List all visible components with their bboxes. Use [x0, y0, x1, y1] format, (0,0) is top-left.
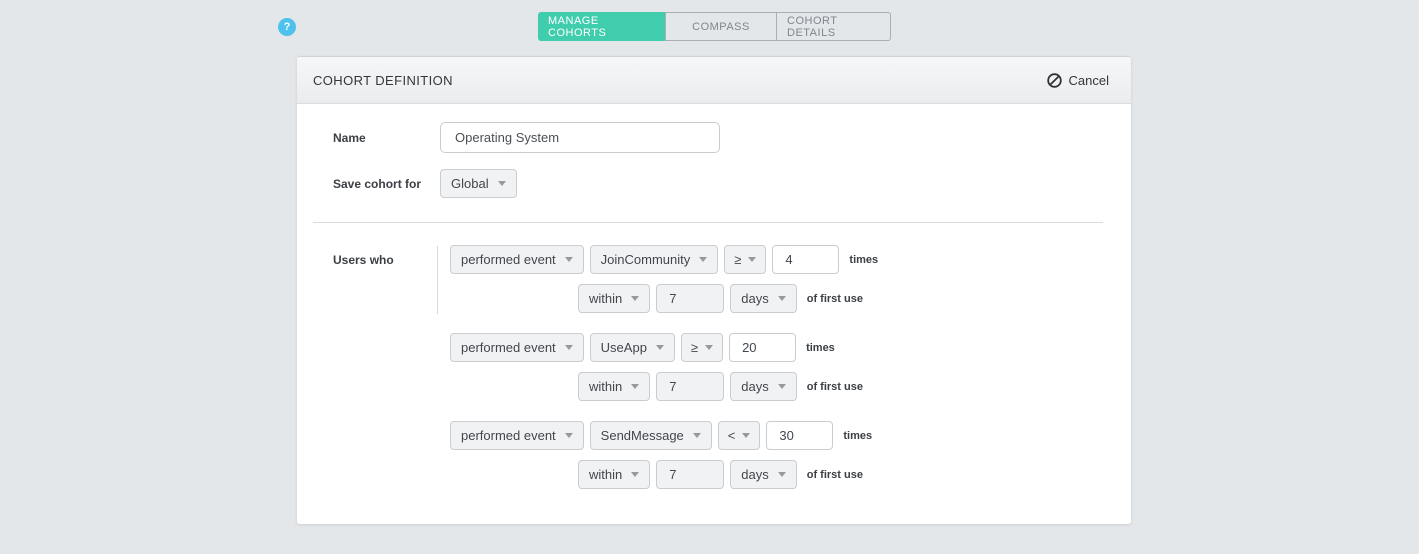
chevron-down-icon [693, 433, 701, 438]
condition-group: performed event JoinCommunity ≥ times [450, 245, 1103, 313]
tab-compass[interactable]: COMPASS [665, 12, 776, 41]
chevron-down-icon [656, 345, 664, 350]
condition-group: performed event UseApp ≥ times [450, 333, 1103, 401]
operator-dropdown[interactable]: ≥ [724, 245, 766, 274]
question-mark-icon: ? [284, 21, 291, 33]
help-button[interactable]: ? [278, 18, 296, 36]
name-row: Name [333, 122, 1103, 153]
condition-recency-row: within days of first use [578, 460, 1103, 489]
chevron-down-icon [778, 472, 786, 477]
chevron-down-icon [742, 433, 750, 438]
dropdown-value: < [728, 428, 736, 443]
panel-body: Name Save cohort for Global Users who pe [297, 104, 1131, 489]
of-first-use-label: of first use [807, 381, 863, 393]
duration-input[interactable] [656, 284, 724, 313]
dropdown-value: performed event [461, 340, 556, 355]
tab-label: COMPASS [692, 21, 750, 33]
dropdown-value: days [741, 291, 768, 306]
count-input[interactable] [729, 333, 796, 362]
unit-dropdown[interactable]: days [730, 460, 796, 489]
dropdown-value: SendMessage [601, 428, 684, 443]
divider [313, 222, 1103, 223]
dropdown-value: ≥ [691, 340, 698, 355]
chevron-down-icon [631, 296, 639, 301]
panel-title: COHORT DEFINITION [313, 73, 453, 88]
cancel-icon [1047, 73, 1062, 88]
tab-label: MANAGE COHORTS [548, 15, 655, 39]
times-label: times [806, 342, 835, 354]
cohort-definition-panel: COHORT DEFINITION Cancel Name Save cohor… [297, 56, 1131, 524]
times-label: times [843, 430, 872, 442]
tab-label: COHORT DETAILS [787, 15, 880, 39]
count-input[interactable] [766, 421, 833, 450]
count-input[interactable] [772, 245, 839, 274]
condition-group: performed event SendMessage < times [450, 421, 1103, 489]
chevron-down-icon [778, 296, 786, 301]
dropdown-value: days [741, 467, 768, 482]
event-dropdown[interactable]: JoinCommunity [590, 245, 719, 274]
condition-group-connector [437, 246, 438, 314]
chevron-down-icon [631, 472, 639, 477]
chevron-down-icon [778, 384, 786, 389]
chevron-down-icon [498, 181, 506, 186]
event-dropdown[interactable]: SendMessage [590, 421, 712, 450]
action-dropdown[interactable]: performed event [450, 421, 584, 450]
chevron-down-icon [699, 257, 707, 262]
dropdown-value: Global [451, 176, 489, 191]
recency-dropdown[interactable]: within [578, 372, 650, 401]
cancel-label: Cancel [1069, 73, 1109, 88]
times-label: times [849, 254, 878, 266]
condition-row: performed event SendMessage < times [450, 421, 1103, 450]
dropdown-value: performed event [461, 252, 556, 267]
condition-recency-row: within days of first use [578, 284, 1103, 313]
dropdown-value: days [741, 379, 768, 394]
dropdown-value: ≥ [734, 252, 741, 267]
of-first-use-label: of first use [807, 469, 863, 481]
recency-dropdown[interactable]: within [578, 284, 650, 313]
of-first-use-label: of first use [807, 293, 863, 305]
chevron-down-icon [705, 345, 713, 350]
save-cohort-for-row: Save cohort for Global [333, 169, 1103, 198]
condition-recency-row: within days of first use [578, 372, 1103, 401]
save-cohort-for-label: Save cohort for [333, 177, 440, 191]
save-cohort-for-dropdown[interactable]: Global [440, 169, 517, 198]
dropdown-value: within [589, 467, 622, 482]
action-dropdown[interactable]: performed event [450, 245, 584, 274]
action-dropdown[interactable]: performed event [450, 333, 584, 362]
chevron-down-icon [565, 257, 573, 262]
operator-dropdown[interactable]: ≥ [681, 333, 723, 362]
tab-cohort-details[interactable]: COHORT DETAILS [776, 12, 891, 41]
tab-manage-cohorts[interactable]: MANAGE COHORTS [538, 12, 665, 41]
event-dropdown[interactable]: UseApp [590, 333, 675, 362]
duration-input[interactable] [656, 372, 724, 401]
operator-dropdown[interactable]: < [718, 421, 761, 450]
condition-groups: performed event JoinCommunity ≥ times [450, 245, 1103, 489]
panel-header: COHORT DEFINITION Cancel [297, 57, 1131, 104]
duration-input[interactable] [656, 460, 724, 489]
dropdown-value: within [589, 291, 622, 306]
conditions-section: Users who performed event JoinCommunity [333, 245, 1103, 489]
chevron-down-icon [565, 433, 573, 438]
dropdown-value: JoinCommunity [601, 252, 691, 267]
unit-dropdown[interactable]: days [730, 284, 796, 313]
unit-dropdown[interactable]: days [730, 372, 796, 401]
users-who-label: Users who [333, 253, 394, 267]
chevron-down-icon [748, 257, 756, 262]
dropdown-value: within [589, 379, 622, 394]
chevron-down-icon [631, 384, 639, 389]
tab-bar: MANAGE COHORTS COMPASS COHORT DETAILS [538, 12, 891, 41]
condition-row: performed event UseApp ≥ times [450, 333, 1103, 362]
name-label: Name [333, 131, 440, 145]
name-input[interactable] [440, 122, 720, 153]
condition-row: performed event JoinCommunity ≥ times [450, 245, 1103, 274]
dropdown-value: UseApp [601, 340, 647, 355]
dropdown-value: performed event [461, 428, 556, 443]
cancel-button[interactable]: Cancel [1047, 73, 1109, 88]
chevron-down-icon [565, 345, 573, 350]
page: { "help_button": { "label": "?" }, "tab_… [0, 0, 1419, 554]
recency-dropdown[interactable]: within [578, 460, 650, 489]
